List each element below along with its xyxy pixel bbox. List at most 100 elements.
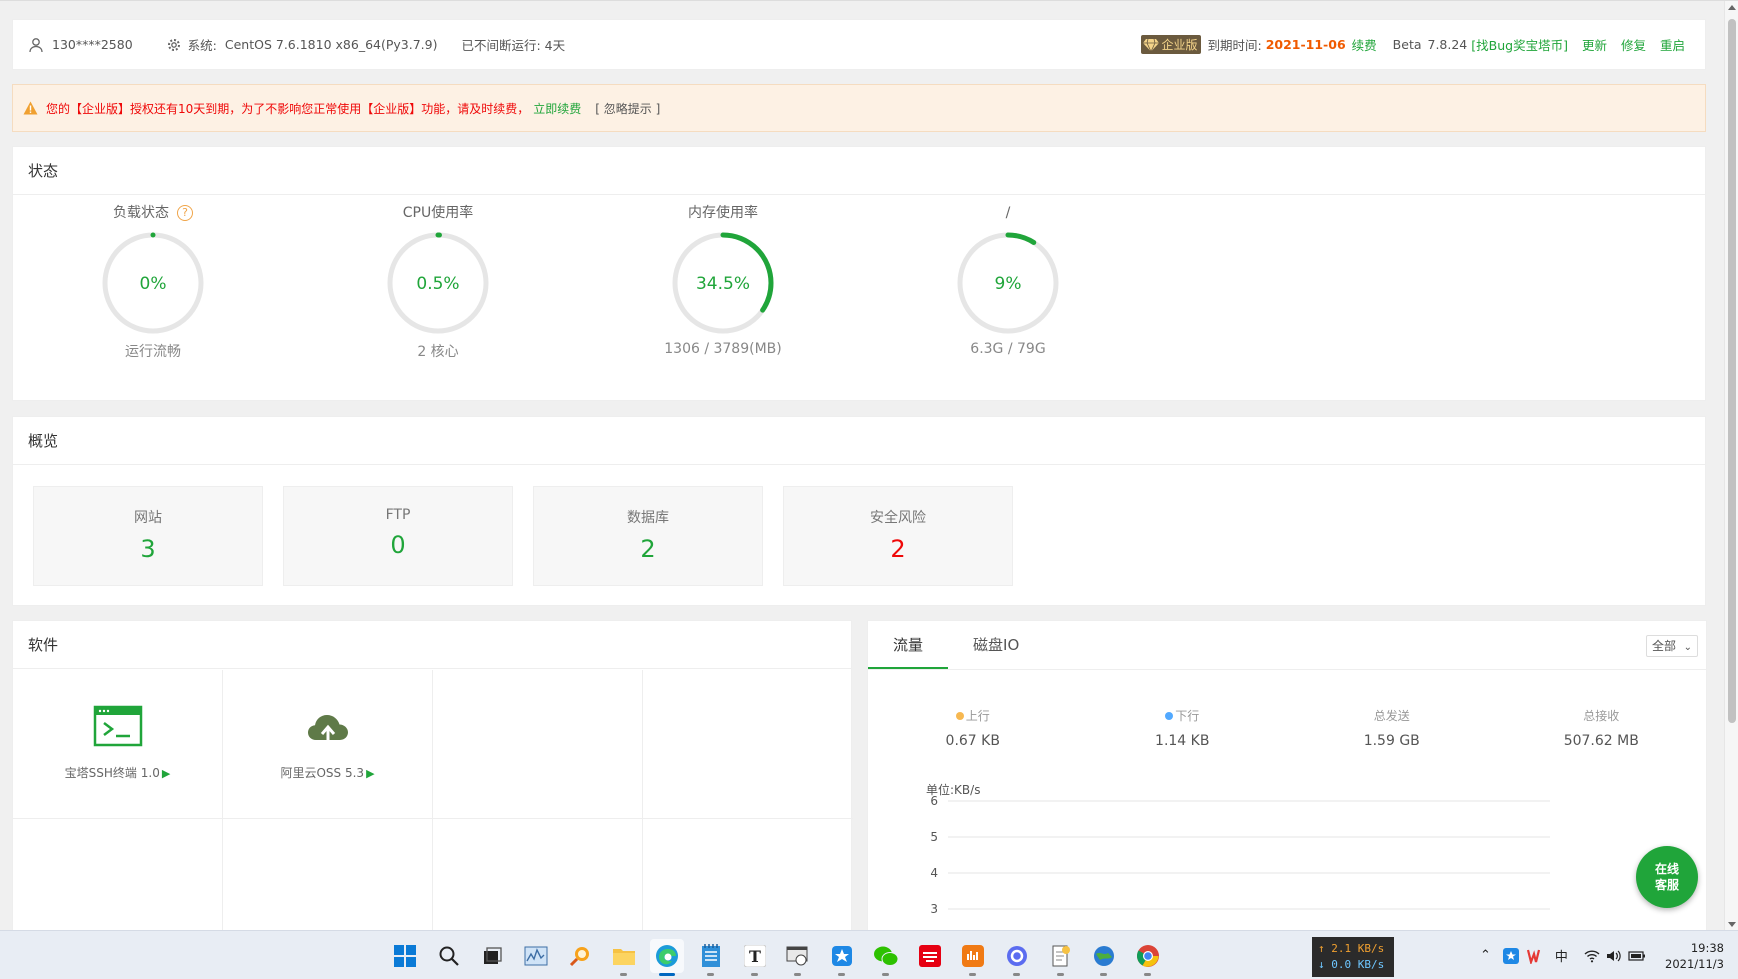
wps-icon[interactable] (1526, 948, 1545, 964)
version-number: 7.8.24 (1427, 37, 1468, 52)
wechat-icon[interactable] (869, 939, 903, 976)
chart-ytick-label: 4 (930, 866, 938, 880)
overview-card-sites[interactable]: 网站 3 (33, 486, 263, 586)
repair-link[interactable]: 修复 (1621, 35, 1646, 54)
gear-icon (167, 38, 180, 51)
page-scrollbar[interactable] (1724, 1, 1738, 930)
upstream-dot-icon (955, 711, 964, 720)
overview-card-label: FTP (385, 507, 411, 523)
taskbar-clock[interactable]: 19:38 2021/11/3 (1665, 940, 1724, 972)
overview-title: 概览 (13, 417, 1705, 465)
update-link[interactable]: 更新 (1582, 35, 1607, 54)
clock-time: 19:38 (1690, 941, 1724, 955)
stat-value: 507.62 MB (1563, 733, 1639, 749)
restart-link[interactable]: 重启 (1660, 35, 1685, 54)
scroll-up-icon[interactable] (1728, 5, 1736, 10)
overview-card-database[interactable]: 数据库 2 (533, 486, 763, 586)
system-value: CentOS 7.6.1810 x86_64(Py3.7.9) (224, 37, 438, 52)
scrollbar-thumb[interactable] (1728, 19, 1736, 723)
magnifier-app-icon[interactable] (563, 939, 597, 973)
gauge-load[interactable]: 负载状态? 0% 运行流畅 (23, 203, 283, 361)
software-slot-empty (433, 819, 643, 930)
overview-card-security-risk[interactable]: 安全风险 2 (783, 486, 1013, 586)
volume-icon[interactable] (1606, 949, 1622, 963)
tab-traffic[interactable]: 流量 (868, 621, 949, 669)
network-globe-icon[interactable] (1087, 939, 1121, 976)
gauge-sub: 6.3G / 79G (970, 341, 1046, 357)
overview-card-ftp[interactable]: FTP 0 (283, 486, 513, 586)
stat-label: 下行 (1175, 709, 1200, 723)
traffic-chart: 6 5 4 3 (930, 794, 1550, 913)
gauge-cpu[interactable]: CPU使用率 0.5% 2 核心 (308, 203, 568, 361)
gauge-value: 0.5% (416, 274, 459, 294)
user-icon (29, 37, 43, 52)
monitor-app-icon[interactable] (519, 939, 553, 973)
overview-card-value: 2 (640, 535, 656, 563)
net-upload-speed: ↑ 2.1 KB/s (1318, 942, 1385, 955)
edge-browser-icon[interactable] (650, 939, 684, 976)
enterprise-badge[interactable]: 企业版 (1141, 35, 1202, 54)
cloud-upload-icon (307, 715, 348, 744)
system-info: 系统: CentOS 7.6.1810 x86_64(Py3.7.9) (167, 35, 438, 54)
search-icon[interactable] (432, 939, 466, 973)
file-explorer-icon[interactable] (607, 939, 641, 976)
overview-card-value: 2 (890, 535, 906, 563)
status-panel: 状态 负载状态? 0% 运行流畅 CPU使用率 0.5% 2 核心 内存使用率 34.5% 13… (12, 146, 1706, 401)
stat-label: 总发送 (1373, 709, 1410, 723)
script-file-icon[interactable] (1044, 939, 1078, 976)
ime-indicator[interactable]: 中 (1555, 946, 1568, 965)
gauge-sub: 2 核心 (417, 344, 459, 360)
task-view-icon[interactable] (475, 939, 509, 973)
help-icon[interactable]: ? (177, 205, 193, 221)
typora-icon[interactable]: T (738, 939, 772, 976)
notepad-icon[interactable] (694, 939, 728, 976)
tray-app-icon[interactable] (1502, 947, 1519, 964)
taskbar: T ↑ 2.1 KB/s ↓ 0.0 KB/s ⌃ 中 19:38 2021/1… (0, 930, 1738, 979)
remote-desktop-icon[interactable] (781, 939, 815, 976)
software-panel: 软件 宝塔SSH终端 1.0 ▶ 阿里云OSS 5.3 ▶ (12, 620, 853, 930)
battery-icon[interactable] (1628, 950, 1646, 962)
ignore-notice-link[interactable]: [ 忽略提示 ] (595, 100, 660, 117)
overview-card-label: 数据库 (627, 510, 669, 526)
system-label: 系统: (187, 38, 217, 53)
app-star-icon[interactable] (825, 939, 859, 976)
app-circle-icon[interactable] (1000, 939, 1034, 976)
software-item-name: 阿里云OSS 5.3 ▶ (280, 766, 375, 780)
stat-downstream: 下行 1.14 KB (1078, 707, 1288, 749)
license-notice: 您的【企业版】授权还有10天到期，为了不影响您正常使用【企业版】功能，请及时续费… (12, 84, 1706, 132)
gauge-label: 负载状态? (23, 203, 283, 223)
tab-disk-io[interactable]: 磁盘IO (948, 621, 1044, 669)
gauge-label: CPU使用率 (402, 205, 474, 221)
browser-viewport: 130****2580 系统: CentOS 7.6.1810 x86_64(P… (0, 0, 1738, 930)
username: 130****2580 (52, 37, 133, 52)
wifi-icon[interactable] (1584, 949, 1600, 963)
gauge-value: 34.5% (696, 274, 750, 294)
notice-renew-link[interactable]: 立即续费 (533, 100, 581, 117)
traffic-tabs: 流量 磁盘IO 全部 ⌄ (868, 621, 1706, 670)
stat-upstream: 上行 0.67 KB (868, 707, 1078, 749)
software-item-ssh-terminal[interactable]: 宝塔SSH终端 1.0 ▶ (13, 670, 223, 819)
chevron-up-icon[interactable]: ⌃ (1480, 948, 1491, 963)
interface-select[interactable]: 全部 ⌄ (1646, 635, 1698, 657)
gauge-ring: 34.5% (672, 232, 774, 334)
youdao-icon[interactable] (913, 939, 947, 973)
gauge-label: 内存使用率 (688, 205, 758, 221)
gauge-disk-root[interactable]: / 9% 6.3G / 79G (878, 203, 1138, 357)
expire-date: 2021-11-06 (1265, 37, 1346, 52)
user-info[interactable]: 130****2580 (28, 37, 133, 53)
online-service-button[interactable]: 在线 客服 (1636, 846, 1698, 908)
chrome-icon[interactable] (1131, 939, 1165, 976)
scroll-down-icon[interactable] (1728, 922, 1736, 927)
gauge-sub: 1306 / 3789(MB) (664, 341, 782, 357)
status-title: 状态 (13, 147, 1705, 195)
overview-card-value: 3 (140, 535, 156, 563)
gauge-value: 9% (995, 274, 1022, 294)
renew-link[interactable]: 续费 (1352, 35, 1377, 54)
gauge-ring: 0.5% (387, 232, 489, 334)
start-icon[interactable] (388, 939, 422, 973)
overview-panel: 概览 网站 3 FTP 0 数据库 2 安全风险 2 (12, 416, 1706, 606)
software-item-aliyun-oss[interactable]: 阿里云OSS 5.3 ▶ (223, 670, 433, 819)
audio-app-icon[interactable] (956, 939, 990, 976)
gauge-memory[interactable]: 内存使用率 34.5% 1306 / 3789(MB) (593, 203, 853, 357)
find-bug-link[interactable]: [找Bug奖宝塔币] (1471, 35, 1568, 54)
